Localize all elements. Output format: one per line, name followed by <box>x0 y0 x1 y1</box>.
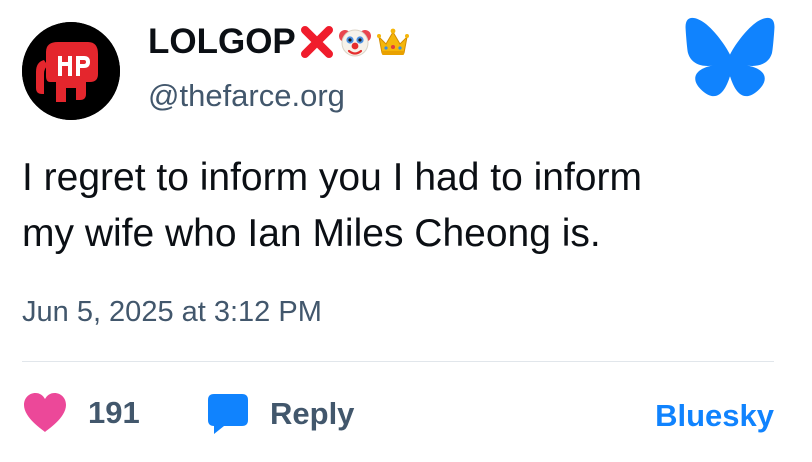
divider <box>22 361 774 362</box>
clown-face-icon <box>338 25 372 59</box>
like-count: 191 <box>88 395 140 430</box>
action-bar: 191 Reply Bluesky <box>22 390 774 442</box>
elephant-logo-icon <box>22 22 120 120</box>
post-text-line: I regret to inform you I had to inform <box>22 156 642 199</box>
post-text: I regret to inform you I had to inform m… <box>22 150 792 262</box>
like-button[interactable]: 191 <box>22 392 140 434</box>
speech-bubble-icon <box>208 394 248 434</box>
cross-mark-icon <box>300 25 334 59</box>
heart-icon <box>24 393 66 432</box>
reply-button[interactable]: Reply <box>206 392 354 436</box>
crown-icon <box>376 25 410 59</box>
avatar[interactable] <box>22 22 120 120</box>
display-name[interactable]: LOLGOP <box>148 22 296 62</box>
post-timestamp[interactable]: Jun 5, 2025 at 3:12 PM <box>22 296 322 329</box>
reply-label: Reply <box>270 396 355 431</box>
author-handle[interactable]: @thefarce.org <box>148 78 345 114</box>
open-in-bluesky-link[interactable]: Bluesky <box>655 398 774 434</box>
post-text-line: my wife who Ian Miles Cheong is. <box>22 212 601 255</box>
display-name-row[interactable]: LOLGOP <box>148 20 410 64</box>
bluesky-butterfly-icon[interactable] <box>684 16 776 98</box>
